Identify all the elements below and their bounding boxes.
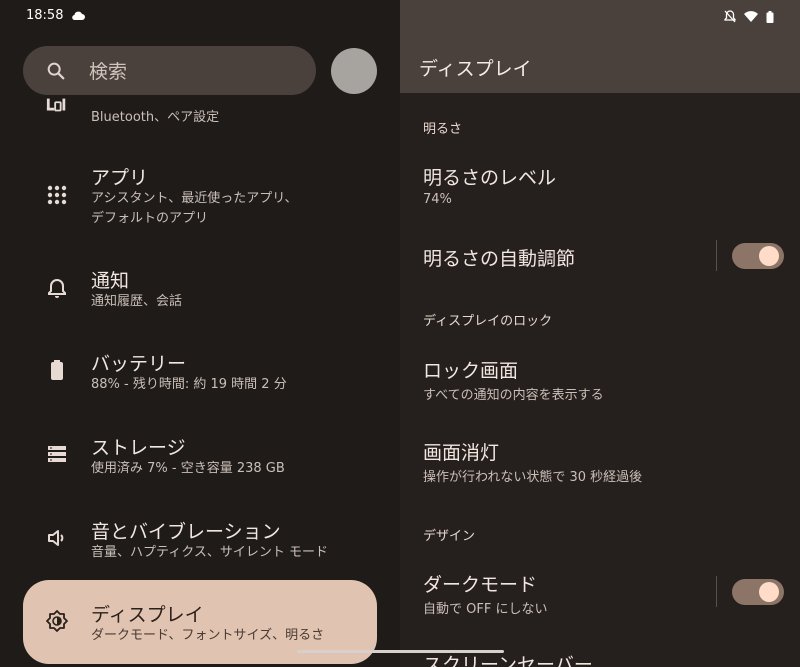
auto-brightness-title: 明るさの自動調節 <box>423 248 576 270</box>
list-item-notifications[interactable]: 通知 通知履歴、会話 <box>0 263 400 313</box>
list-item-title: アプリ <box>91 167 149 189</box>
wifi-icon <box>744 11 758 22</box>
list-item-title: 通知 <box>91 270 130 292</box>
list-item-sub: 音量、ハプティクス、サイレント モード <box>91 545 328 560</box>
list-item-apps[interactable]: アプリ アシスタント、最近使ったアプリ、 デフォルトのアプリ <box>0 160 400 230</box>
search-placeholder: 検索 <box>89 61 128 83</box>
lock-screen-title: ロック画面 <box>423 360 519 382</box>
status-time: 18:58 <box>26 8 64 23</box>
toggle-knob <box>759 582 779 602</box>
avatar[interactable] <box>331 48 377 94</box>
list-item-display[interactable]: ディスプレイ ダークモード、フォントサイズ、明るさ <box>0 597 400 647</box>
toggle-knob <box>759 246 779 266</box>
list-item-title: ディスプレイ <box>91 604 204 626</box>
item-divider <box>716 240 717 271</box>
list-item-connected-devices[interactable]: Bluetooth、ペア設定 <box>0 96 400 136</box>
list-item-title: 音とバイブレーション <box>91 521 281 543</box>
dark-mode-sub: 自動で OFF にしない <box>423 602 548 617</box>
status-bar-right <box>724 10 774 23</box>
section-header-design: デザイン <box>423 529 476 544</box>
speaker-icon <box>48 530 64 546</box>
search-bar[interactable]: 検索 <box>23 46 316 95</box>
page-title: ディスプレイ <box>419 58 532 80</box>
storage-icon <box>48 446 66 462</box>
search-icon <box>47 62 65 79</box>
battery-status-icon <box>766 10 774 23</box>
item-divider <box>716 576 717 607</box>
list-item-sub: アシスタント、最近使ったアプリ、 <box>91 191 298 206</box>
list-item-sub: Bluetooth、ペア設定 <box>91 110 220 125</box>
dark-mode-title: ダークモード <box>423 574 538 596</box>
screen-timeout-sub: 操作が行われない状態で 30 秒経過後 <box>423 470 643 485</box>
dark-mode-toggle[interactable] <box>732 579 784 605</box>
settings-list-pane: 18:58 検索 Bluetooth、ペア設定 アプリ アシスタント、最近使った… <box>0 0 400 667</box>
bell-icon <box>48 278 66 298</box>
apps-grid-icon <box>47 185 67 205</box>
display-settings-pane: ディスプレイ 明るさ 明るさのレベル 74% 明るさの自動調節 ディスプレイのロ… <box>400 0 800 667</box>
status-bar-left: 18:58 <box>26 8 86 23</box>
section-header-brightness: 明るさ <box>423 122 463 137</box>
list-item-sub: 88% - 残り時間: 約 19 時間 2 分 <box>91 377 287 392</box>
brightness-level-title: 明るさのレベル <box>423 167 557 189</box>
notifications-off-icon <box>724 10 736 23</box>
auto-brightness-toggle[interactable] <box>732 243 784 269</box>
list-item-battery[interactable]: バッテリー 88% - 残り時間: 約 19 時間 2 分 <box>0 346 400 396</box>
brightness-icon <box>46 610 68 632</box>
section-header-lock: ディスプレイのロック <box>423 314 553 329</box>
list-item-sub: デフォルトのアプリ <box>91 211 209 226</box>
battery-icon <box>51 360 63 380</box>
list-item-sub: ダークモード、フォントサイズ、明るさ <box>91 628 325 643</box>
brightness-level-value: 74% <box>423 192 452 207</box>
gesture-nav-bar[interactable] <box>297 650 504 653</box>
list-item-storage[interactable]: ストレージ 使用済み 7% - 空き容量 238 GB <box>0 430 400 480</box>
list-item-sound[interactable]: 音とバイブレーション 音量、ハプティクス、サイレント モード <box>0 514 400 564</box>
screen-timeout-title: 画面消灯 <box>423 442 500 464</box>
list-item-sub: 使用済み 7% - 空き容量 238 GB <box>91 461 285 476</box>
connected-devices-icon <box>46 98 66 112</box>
cloud-icon <box>72 11 86 20</box>
lock-screen-sub: すべての通知の内容を表示する <box>423 388 604 403</box>
list-item-title: バッテリー <box>91 353 187 375</box>
list-item-title: ストレージ <box>91 437 186 459</box>
list-item-sub: 通知履歴、会話 <box>91 294 183 309</box>
